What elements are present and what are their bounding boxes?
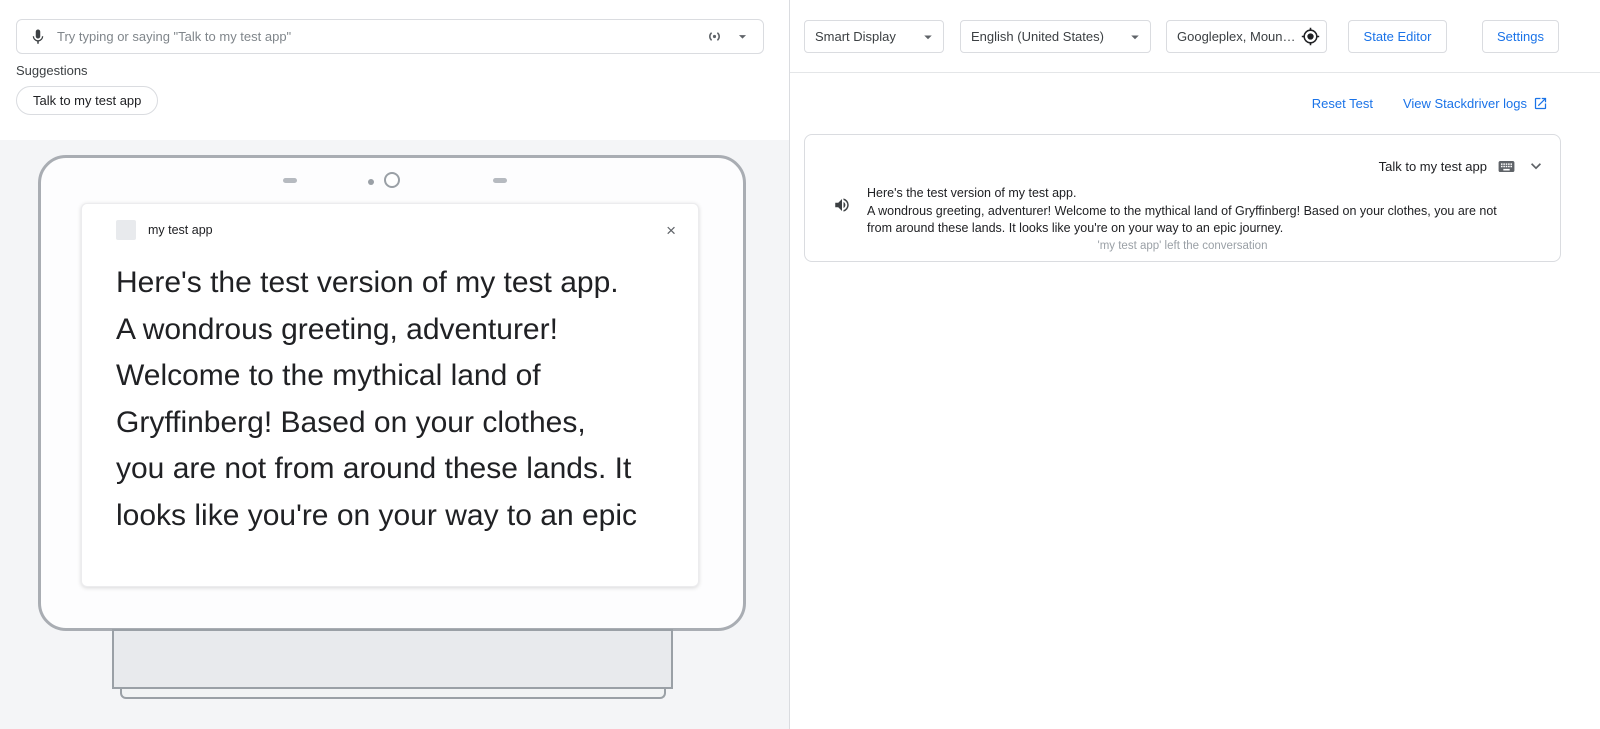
audio-dropdown-caret-icon[interactable] xyxy=(734,28,751,45)
audio-settings-icon[interactable] xyxy=(705,27,724,46)
device-text-line: looks like you're on your way to an epic xyxy=(116,493,664,533)
reset-test-label: Reset Test xyxy=(1312,96,1373,111)
surface-select-value: Smart Display xyxy=(815,29,919,44)
simulator-input-bar[interactable] xyxy=(16,19,764,54)
device-screen: my test app × Here's the test version of… xyxy=(81,203,699,587)
conversation-status: 'my test app' left the conversation xyxy=(805,240,1560,252)
device-camera-ring xyxy=(384,172,400,188)
expand-chevron-icon[interactable] xyxy=(1526,156,1546,176)
response-body: A wondrous greeting, adventurer! Welcome… xyxy=(867,203,1522,238)
device-text-line: Here's the test version of my test app. xyxy=(116,260,664,307)
actions-links-row: Reset Test View Stackdriver logs xyxy=(790,96,1548,111)
toolbar-divider xyxy=(790,72,1600,73)
device-sensor-dot xyxy=(368,179,374,185)
device-sensor-pill-right xyxy=(493,178,507,183)
language-select-value: English (United States) xyxy=(971,29,1126,44)
device-text-line: Gryffinberg! Based on your clothes, xyxy=(116,400,664,447)
response-intro: Here's the test version of my test app. xyxy=(867,185,1522,203)
location-value: Googleplex, Mountain ... xyxy=(1177,29,1297,44)
language-select[interactable]: English (United States) xyxy=(960,20,1151,53)
app-title: my test app xyxy=(148,223,213,237)
device-text-line: Welcome to the mythical land of xyxy=(116,353,664,400)
keyboard-icon xyxy=(1497,157,1516,176)
state-editor-button[interactable]: State Editor xyxy=(1348,20,1447,53)
device-sensor-pill-left xyxy=(283,178,297,183)
conversation-card: Talk to my test app Here's the test vers… xyxy=(804,134,1561,262)
user-query-text: Talk to my test app xyxy=(1379,159,1487,174)
suggestion-chip[interactable]: Talk to my test app xyxy=(16,86,158,115)
smart-display-frame: my test app × Here's the test version of… xyxy=(38,155,746,631)
surface-select[interactable]: Smart Display xyxy=(804,20,944,53)
chevron-down-icon xyxy=(919,28,937,46)
reset-test-link[interactable]: Reset Test xyxy=(1312,96,1373,111)
speaker-icon[interactable] xyxy=(833,196,851,238)
view-logs-label: View Stackdriver logs xyxy=(1403,96,1527,111)
device-stand xyxy=(112,629,673,689)
suggestions-label: Suggestions xyxy=(16,63,88,78)
mic-icon[interactable] xyxy=(29,28,47,46)
close-icon[interactable]: × xyxy=(666,222,676,239)
location-field[interactable]: Googleplex, Mountain ... xyxy=(1166,20,1327,53)
app-placeholder-icon xyxy=(116,220,136,240)
device-response-text: Here's the test version of my test app. … xyxy=(116,260,664,532)
external-link-icon xyxy=(1533,96,1548,111)
agent-response-row: Here's the test version of my test app. … xyxy=(833,185,1522,238)
device-text-line: A wondrous greeting, adventurer! xyxy=(116,307,664,354)
view-stackdriver-logs-link[interactable]: View Stackdriver logs xyxy=(1403,96,1548,111)
device-text-line: you are not from around these lands. It xyxy=(116,446,664,493)
query-input[interactable] xyxy=(57,29,695,44)
device-screen-header: my test app × xyxy=(82,204,698,246)
chevron-down-icon xyxy=(1126,28,1144,46)
device-base xyxy=(120,689,666,699)
settings-button[interactable]: Settings xyxy=(1482,20,1559,53)
agent-response-text: Here's the test version of my test app. … xyxy=(867,185,1522,238)
user-query-row: Talk to my test app xyxy=(1379,156,1546,176)
my-location-icon[interactable] xyxy=(1301,27,1320,46)
